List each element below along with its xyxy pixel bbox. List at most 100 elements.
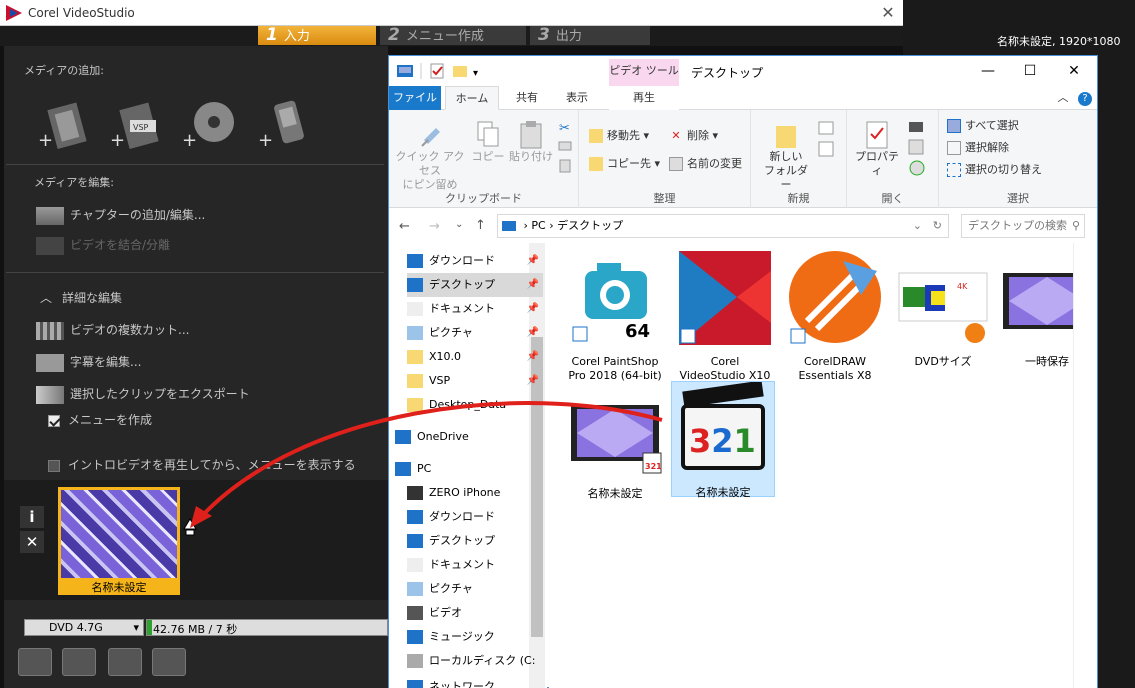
organize-group-label: 整理: [653, 192, 676, 205]
pc-small-icon: [502, 221, 516, 231]
tab-share[interactable]: 共有: [505, 86, 549, 110]
sidebar-item[interactable]: ミュージック: [407, 625, 543, 649]
new-folder-button[interactable]: 新しい フォルダー: [761, 120, 811, 192]
settings-gear-button[interactable]: [62, 648, 96, 676]
pin-icon[interactable]: 📌: [527, 297, 539, 321]
close-button[interactable]: ✕: [1051, 56, 1097, 86]
address-bar[interactable]: › PC › デスクトップ ⌄ ↻: [497, 214, 949, 238]
file-item[interactable]: 4K DVDサイズ: [893, 251, 993, 369]
sidebar-item[interactable]: ピクチャ 📌: [407, 321, 543, 345]
info-button[interactable]: i: [20, 506, 44, 528]
add-device-button[interactable]: +: [256, 98, 316, 154]
ribbon-tabs: ファイル ホーム 共有 表示 再生 ︿ ?: [389, 86, 1097, 110]
add-video-button[interactable]: +: [36, 98, 96, 154]
breadcrumb-desktop[interactable]: デスクトップ: [557, 219, 623, 232]
corel-close-button[interactable]: ✕: [878, 3, 898, 23]
sidebar-item[interactable]: ドキュメント 📌: [407, 297, 543, 321]
sidebar-item[interactable]: VSP 📌: [407, 369, 543, 393]
explorer-window-title: デスクトップ: [691, 66, 764, 80]
invert-selection-button[interactable]: 選択の切り替え: [947, 160, 1042, 180]
file-item[interactable]: Corel VideoStudio X10: [675, 251, 775, 383]
pin-icon[interactable]: 📌: [527, 345, 539, 369]
sidebar-item[interactable]: ネットワーク: [407, 675, 543, 688]
minimize-button[interactable]: —: [965, 56, 1011, 86]
add-vsp-button[interactable]: VSP +: [108, 98, 168, 154]
move-to-button[interactable]: 移動先 ▾: [589, 126, 649, 146]
content-scrollbar[interactable]: [1073, 243, 1095, 688]
tab-file[interactable]: ファイル: [389, 86, 441, 110]
file-item[interactable]: 64 Corel PaintShop Pro 2018 (64-bit): [565, 251, 665, 383]
subtitle-edit-item[interactable]: 字幕を編集...: [36, 351, 141, 373]
download-icon: [407, 254, 423, 268]
advanced-edit-item[interactable]: ︿ 詳細な編集: [40, 287, 122, 309]
aspect-ratio-button[interactable]: [108, 648, 142, 676]
tab-view[interactable]: 表示: [555, 86, 599, 110]
invert-selection-icon: [947, 163, 961, 177]
disc-size-select[interactable]: DVD 4.7G: [24, 619, 144, 636]
copy-to-button[interactable]: コピー先 ▾: [589, 154, 660, 174]
sidebar-item-label: ビデオ: [429, 606, 462, 619]
back-icon[interactable]: ←: [399, 219, 410, 234]
step-input-tab[interactable]: 1 入力: [258, 26, 376, 45]
add-disc-button[interactable]: +: [180, 98, 240, 154]
up-icon[interactable]: ↑: [475, 218, 486, 233]
select-none-button[interactable]: 選択解除: [947, 138, 1009, 158]
file-item[interactable]: CorelDRAW Essentials X8: [785, 251, 885, 383]
checkbox-unchecked[interactable]: [48, 459, 60, 472]
paste-button[interactable]: 貼り付け: [509, 120, 553, 164]
sidebar-item[interactable]: X10.0 📌: [407, 345, 543, 369]
pin-quick-access-button[interactable]: クイック アクセス にピン留め: [395, 120, 465, 192]
file-item[interactable]: 321 名称未設定: [565, 383, 665, 501]
delete-button[interactable]: ✕ 削除 ▾: [669, 126, 718, 146]
export-clip-item[interactable]: 選択したクリップをエクスポート: [36, 383, 250, 405]
multicut-item[interactable]: ビデオの複数カット...: [36, 319, 189, 341]
sidebar-item[interactable]: PC: [395, 457, 531, 481]
address-dropdown-icon[interactable]: ⌄: [913, 215, 922, 237]
intro-video-checkbox[interactable]: イントロビデオを再生してから、メニューを表示する: [48, 454, 356, 476]
create-menu-checkbox[interactable]: メニューを作成: [48, 409, 152, 431]
sidebar-item[interactable]: ダウンロード: [407, 505, 543, 529]
video-tools-context-tab[interactable]: ピデオ ツール: [609, 59, 679, 86]
chapter-edit-item[interactable]: チャプターの追加/編集...: [36, 204, 205, 226]
select-all-button[interactable]: すべて選択: [947, 116, 1019, 136]
pin-icon[interactable]: 📌: [527, 273, 539, 297]
ribbon-collapse-icon[interactable]: ︿: [1053, 86, 1073, 110]
sidebar-item[interactable]: デスクトップ 📌: [407, 273, 543, 297]
tab-play[interactable]: 再生: [609, 86, 679, 110]
menu-settings-button[interactable]: [18, 648, 52, 676]
sidebar-item[interactable]: ZERO iPhone: [407, 481, 543, 505]
sidebar-item[interactable]: ローカルディスク (C:: [407, 649, 543, 673]
sidebar-item-label: ドキュメント: [429, 302, 495, 315]
step-output-tab[interactable]: 3 出力: [530, 26, 650, 45]
search-input[interactable]: デスクトップの検索 ⚲: [961, 214, 1085, 238]
step-menu-tab[interactable]: 2 メニュー作成: [380, 26, 526, 45]
maximize-button[interactable]: ☐: [1007, 56, 1053, 86]
sidebar-item[interactable]: ビデオ: [407, 601, 543, 625]
sidebar-item-label: Desktop_Data: [429, 398, 507, 411]
breadcrumb-pc[interactable]: PC: [531, 219, 545, 232]
disc-usage-fill: [147, 620, 152, 635]
sidebar-item[interactable]: デスクトップ: [407, 529, 543, 553]
recent-chevron-icon[interactable]: ⌄: [455, 219, 463, 230]
sidebar-item[interactable]: OneDrive: [395, 425, 531, 449]
refresh-icon[interactable]: ↻: [933, 215, 942, 237]
pin-icon[interactable]: 📌: [527, 369, 539, 393]
properties-button[interactable]: プロパティ: [851, 120, 903, 178]
rename-button[interactable]: 名前の変更: [669, 154, 742, 174]
file-item-selected[interactable]: 321 名称未設定: [671, 380, 775, 499]
sidebar-item[interactable]: ドキュメント: [407, 553, 543, 577]
svg-text:+: +: [38, 130, 53, 151]
sidebar-item[interactable]: Desktop_Data: [407, 393, 543, 417]
copy-button[interactable]: コピー: [469, 120, 507, 164]
sidebar-item[interactable]: ピクチャ: [407, 577, 543, 601]
sidebar-item[interactable]: ダウンロード 📌: [407, 249, 543, 273]
pin-icon[interactable]: 📌: [527, 321, 539, 345]
pin-icon[interactable]: 📌: [527, 249, 539, 273]
checkbox-checked[interactable]: [48, 414, 60, 427]
print-button[interactable]: [152, 648, 186, 676]
media-thumbnail[interactable]: 名称未設定: [58, 487, 180, 595]
help-icon[interactable]: ?: [1075, 86, 1095, 110]
forward-icon[interactable]: →: [429, 219, 440, 234]
tab-home[interactable]: ホーム: [445, 86, 499, 110]
delete-button[interactable]: ✕: [20, 531, 44, 553]
